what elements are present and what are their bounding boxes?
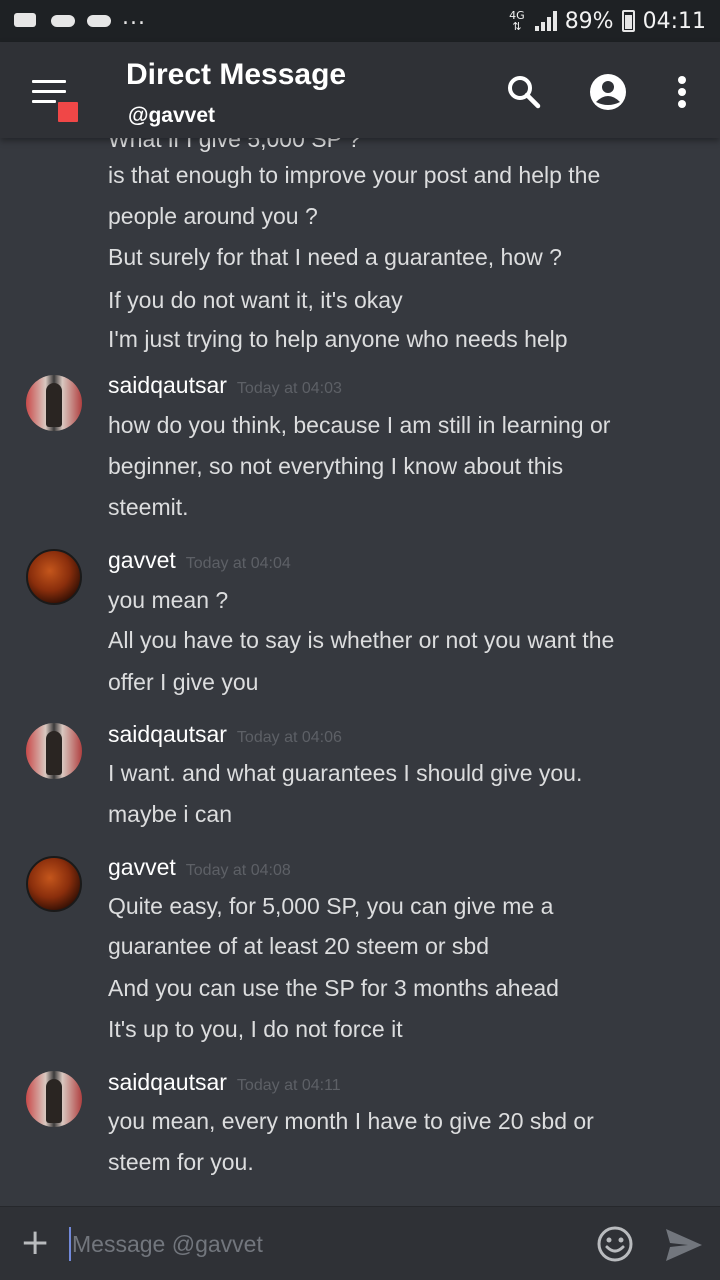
text-caret bbox=[69, 1227, 71, 1261]
notification-badge bbox=[56, 100, 80, 124]
message-timestamp: Today at 04:04 bbox=[185, 555, 291, 572]
author-name[interactable]: gavvet bbox=[108, 854, 176, 880]
message-line: guarantee of at least 20 steem or sbd bbox=[108, 933, 490, 959]
page-title: Direct Message bbox=[126, 58, 347, 91]
emoji-icon[interactable] bbox=[596, 1225, 634, 1263]
message-line: If you do not want it, it's okay bbox=[108, 287, 403, 313]
message-timestamp: Today at 04:11 bbox=[236, 1077, 341, 1094]
message-author[interactable]: saidqautsar Today at 04:03 bbox=[108, 372, 342, 399]
message-line: how do you think, because I am still in … bbox=[108, 412, 611, 438]
message-line: maybe i can bbox=[108, 801, 233, 827]
signal-icon bbox=[534, 11, 557, 31]
author-name[interactable]: gavvet bbox=[108, 547, 176, 573]
message-timestamp: Today at 04:03 bbox=[236, 380, 342, 397]
message-timestamp: Today at 04:08 bbox=[185, 862, 291, 879]
overflow-dots: ... bbox=[122, 4, 146, 30]
status-bar: ... 4G ⇅ 89% 04:11 bbox=[0, 0, 720, 42]
message-timestamp: Today at 04:06 bbox=[236, 729, 342, 746]
bbm-icon bbox=[14, 11, 40, 31]
game-icon bbox=[86, 11, 112, 31]
message-line: All you have to say is whether or not yo… bbox=[108, 627, 615, 653]
avatar[interactable] bbox=[26, 723, 82, 779]
message-line: I'm just trying to help anyone who needs… bbox=[108, 326, 568, 352]
game-icon bbox=[50, 11, 76, 31]
message-line: I want. and what guarantees I should giv… bbox=[108, 760, 583, 786]
battery-percent: 89% bbox=[564, 8, 614, 34]
send-icon[interactable] bbox=[664, 1227, 704, 1263]
message-line: Quite easy, for 5,000 SP, you can give m… bbox=[108, 893, 554, 919]
avatar[interactable] bbox=[26, 549, 82, 605]
search-icon[interactable] bbox=[502, 70, 546, 114]
avatar[interactable] bbox=[26, 1071, 82, 1127]
message-line: beginner, so not everything I know about… bbox=[108, 453, 564, 479]
app-bar: Direct Message @gavvet bbox=[0, 42, 720, 138]
message-author[interactable]: saidqautsar Today at 04:06 bbox=[108, 721, 342, 748]
message-line: steemit. bbox=[108, 494, 189, 520]
more-icon[interactable] bbox=[660, 70, 704, 114]
message-line-cut: What if I give 5,000 SP ? bbox=[108, 138, 361, 152]
message-line: you mean, every month I have to give 20 … bbox=[108, 1108, 594, 1134]
message-author[interactable]: saidqautsar Today at 04:11 bbox=[108, 1069, 341, 1096]
message-line: But surely for that I need a guarantee, … bbox=[108, 244, 562, 270]
message-line: is that enough to improve your post and … bbox=[108, 162, 601, 188]
menu-button[interactable] bbox=[30, 78, 86, 130]
plus-icon[interactable]: + bbox=[20, 1225, 50, 1261]
message-line: And you can use the SP for 3 months ahea… bbox=[108, 975, 559, 1001]
message-input[interactable] bbox=[72, 1227, 572, 1261]
battery-icon bbox=[621, 10, 635, 32]
clock: 04:11 bbox=[642, 8, 706, 34]
network-type: 4G ⇅ bbox=[509, 10, 525, 32]
message-list[interactable]: What if I give 5,000 SP ? is that enough… bbox=[0, 138, 720, 1206]
message-author[interactable]: gavvet Today at 04:08 bbox=[108, 854, 291, 881]
author-name[interactable]: saidqautsar bbox=[108, 1069, 227, 1095]
author-name[interactable]: saidqautsar bbox=[108, 721, 227, 747]
message-line: people around you ? bbox=[108, 203, 318, 229]
profile-icon[interactable] bbox=[586, 70, 630, 114]
avatar[interactable] bbox=[26, 375, 82, 431]
message-line: you mean ? bbox=[108, 587, 229, 613]
system-icons: 4G ⇅ 89% 04:11 bbox=[509, 9, 706, 34]
message-line: steem for you. bbox=[108, 1149, 254, 1175]
author-name[interactable]: saidqautsar bbox=[108, 372, 227, 398]
message-composer: + bbox=[0, 1206, 720, 1280]
message-line: It's up to you, I do not force it bbox=[108, 1016, 403, 1042]
message-author[interactable]: gavvet Today at 04:04 bbox=[108, 547, 291, 574]
data-arrows-icon: ⇅ bbox=[512, 20, 522, 33]
avatar[interactable] bbox=[26, 856, 82, 912]
channel-recipient: @gavvet bbox=[128, 104, 216, 127]
message-line: offer I give you bbox=[108, 669, 259, 695]
notification-icons: ... bbox=[14, 5, 509, 31]
